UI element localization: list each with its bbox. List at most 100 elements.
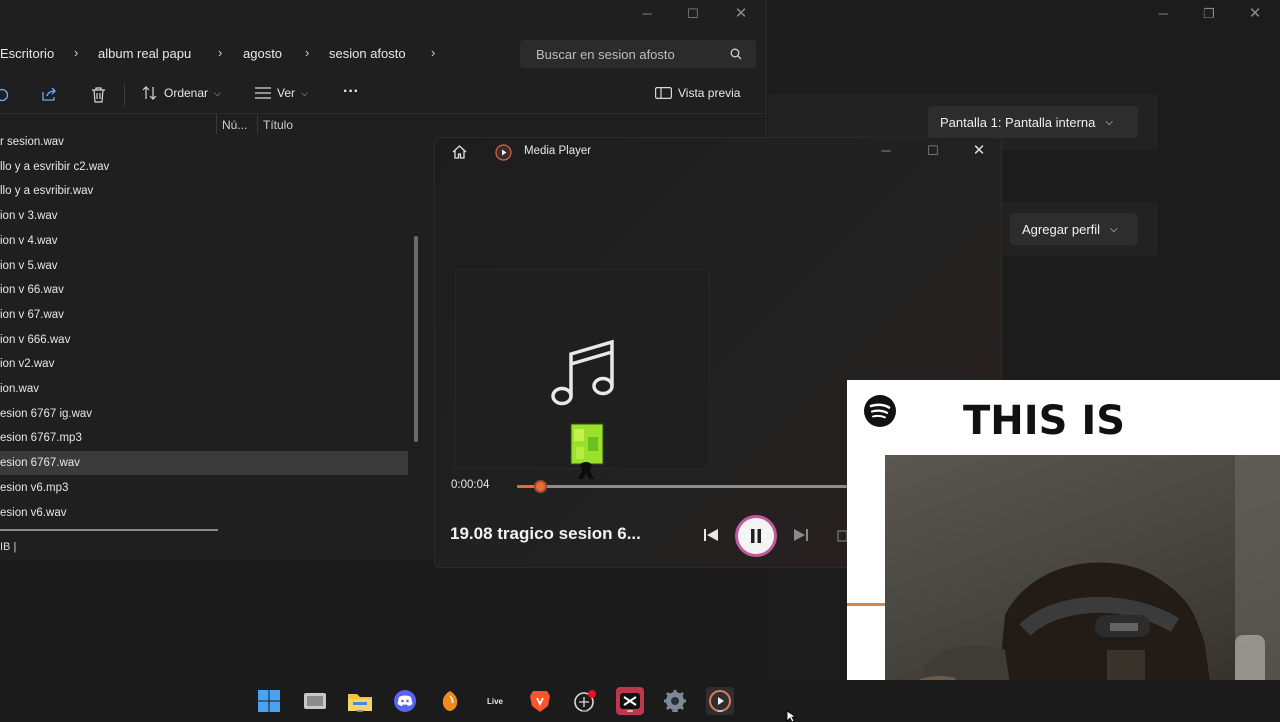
search-icon [730, 48, 742, 60]
close-button[interactable]: ✕ [970, 141, 988, 159]
sort-label: Ordenar [164, 86, 209, 100]
media-player-app-icon [495, 144, 512, 161]
fl-studio-icon [442, 691, 458, 711]
live-app[interactable]: Live [481, 687, 509, 715]
profile-dropdown[interactable]: Agregar perfil ⌵ [1010, 213, 1138, 245]
mini-player-icon[interactable] [837, 530, 847, 542]
brave-icon [530, 691, 550, 712]
next-track-icon[interactable] [793, 528, 809, 542]
breadcrumb-item[interactable]: album real papu [98, 46, 191, 61]
share-link-icon[interactable] [0, 87, 10, 103]
chevron-right-icon[interactable]: › [431, 45, 435, 60]
app-title: Media Player [524, 145, 592, 157]
seek-thumb[interactable] [534, 480, 547, 493]
more-options-button[interactable]: ··· [343, 83, 359, 101]
maximize-button[interactable]: ☐ [684, 6, 702, 21]
home-icon[interactable] [452, 145, 467, 159]
breadcrumb-item[interactable]: agosto [243, 46, 282, 61]
file-row[interactable]: ion v 4.wav [0, 229, 408, 253]
chevron-right-icon[interactable]: › [218, 45, 222, 60]
task-view-icon [304, 693, 326, 709]
spotify-icon [864, 395, 896, 427]
chevron-down-icon: ⌵ [301, 87, 308, 98]
search-placeholder: Buscar en sesion afosto [536, 47, 675, 62]
chat-app[interactable] [571, 687, 599, 715]
media-player-app[interactable] [706, 687, 734, 715]
previous-track-icon[interactable] [703, 528, 719, 542]
status-bar-text: IB | [0, 541, 17, 553]
search-input[interactable]: Buscar en sesion afosto [520, 40, 756, 68]
media-player-title-bar: Media Player ─ ☐ ✕ [435, 138, 1001, 166]
track-title: 19.08 tragico sesion 6... [450, 524, 641, 543]
accent-line [847, 603, 885, 606]
file-row[interactable]: ion v 5.wav [0, 254, 408, 278]
chevron-right-icon[interactable]: › [74, 45, 78, 60]
chevron-down-icon: ⌵ [1110, 223, 1118, 235]
minimize-button[interactable]: ─ [638, 6, 656, 21]
file-row[interactable]: ion.wav [0, 377, 408, 401]
display-dropdown-label: Pantalla 1: Pantalla interna [940, 114, 1096, 130]
file-row[interactable]: llo y a esvribir c2.wav [0, 155, 408, 179]
file-list: Nú... Título r sesion.wav llo y a esvribi… [0, 114, 426, 544]
music-note-icon [551, 339, 614, 406]
view-label: Ver [277, 86, 296, 100]
file-row[interactable]: esion 6767.wav [0, 451, 408, 476]
minimize-button[interactable]: ─ [877, 143, 895, 158]
seek-bar[interactable] [517, 480, 847, 493]
restore-button[interactable]: ❐ [1200, 6, 1218, 21]
horizontal-scrollbar[interactable] [0, 529, 218, 531]
file-row[interactable]: esion 6767 ig.wav [0, 402, 408, 426]
windows-start-icon [258, 690, 280, 712]
character-sprite [570, 423, 604, 479]
settings-app[interactable] [661, 687, 689, 715]
command-bar: Ordenar ⌵ Ver ⌵ ··· Vista previa [0, 76, 767, 114]
capcut-app[interactable] [616, 687, 644, 715]
overlay-headline: THIS IS [963, 398, 1126, 444]
chevron-down-icon: ⌵ [1105, 116, 1113, 128]
pause-icon [751, 529, 761, 543]
play-pause-button[interactable] [735, 515, 777, 557]
file-row[interactable]: ion v2.wav [0, 352, 408, 376]
file-row[interactable]: esion 6767.mp3 [0, 426, 408, 450]
file-row[interactable]: ion v 66.wav [0, 278, 408, 302]
file-row[interactable]: llo y a esvribir.wav [0, 179, 408, 203]
file-row[interactable]: esion v6.mp3 [0, 476, 408, 500]
more-icon: ··· [343, 83, 359, 100]
file-explorer-app[interactable] [346, 687, 374, 715]
brave-app[interactable] [526, 687, 554, 715]
profile-dropdown-label: Agregar perfil [1022, 221, 1101, 237]
sort-button[interactable]: Ordenar ⌵ [142, 86, 221, 100]
file-row[interactable]: r sesion.wav [0, 130, 408, 154]
mouse-cursor-icon [786, 710, 796, 722]
view-button[interactable]: Ver ⌵ [255, 86, 308, 100]
current-time: 0:00:04 [451, 479, 490, 491]
maximize-button[interactable]: ☐ [924, 143, 942, 158]
divider [124, 84, 125, 106]
sort-icon [142, 86, 157, 100]
chevron-right-icon[interactable]: › [305, 45, 309, 60]
task-view-button[interactable] [301, 687, 329, 715]
preview-pane-button[interactable]: Vista previa [655, 86, 740, 100]
vertical-scrollbar[interactable] [414, 236, 418, 442]
breadcrumb-item[interactable]: sesion afosto [329, 46, 406, 61]
windows-start-button[interactable] [255, 687, 283, 715]
preview-label: Vista previa [678, 86, 741, 100]
minimize-button[interactable]: ─ [1154, 6, 1172, 21]
file-row[interactable]: ion v 666.wav [0, 328, 408, 352]
display-dropdown[interactable]: Pantalla 1: Pantalla interna ⌵ [928, 106, 1138, 138]
file-row[interactable]: ion v 3.wav [0, 204, 408, 228]
file-row[interactable]: esion v6.wav [0, 501, 408, 525]
taskbar: Live [0, 680, 1280, 722]
discord-app[interactable] [391, 687, 419, 715]
file-row[interactable]: ion v 67.wav [0, 303, 408, 327]
view-list-icon [255, 87, 271, 99]
chevron-down-icon: ⌵ [214, 87, 221, 98]
live-label: Live [486, 696, 503, 706]
close-button[interactable]: ✕ [732, 4, 750, 22]
share-icon[interactable] [41, 87, 58, 102]
breadcrumb-item[interactable]: Escritorio [0, 46, 54, 61]
close-button[interactable]: ✕ [1246, 4, 1264, 22]
discord-icon [394, 690, 416, 712]
delete-icon[interactable] [91, 87, 106, 103]
fl-studio-app[interactable] [436, 687, 464, 715]
